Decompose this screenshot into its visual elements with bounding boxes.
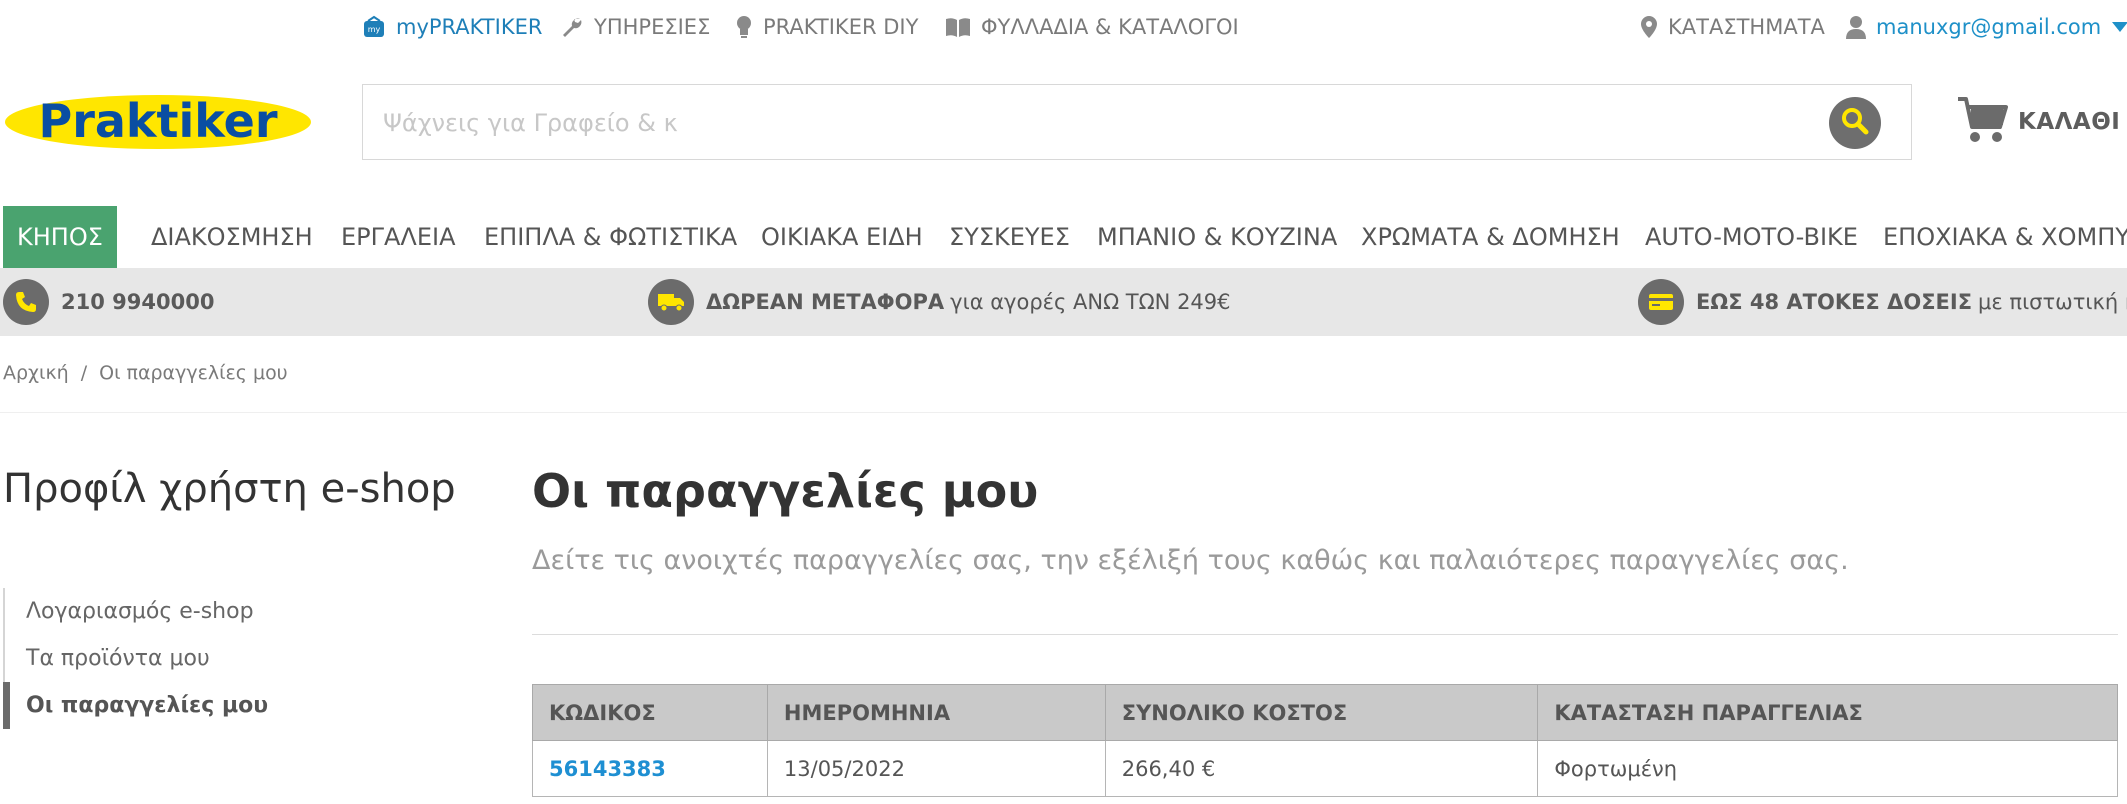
table-row: 56143383 13/05/2022 266,40 € Φορτωμένη — [532, 740, 2118, 797]
breadcrumb-separator: / — [80, 362, 88, 384]
order-total: 266,40 € — [1104, 740, 1539, 797]
my-praktiker-link[interactable]: my myPRAKTIKER — [362, 12, 542, 42]
nav-item-auto-moto-bike[interactable]: AUTO-MOTO-BIKE — [1645, 206, 1858, 268]
diy-link[interactable]: PRAKTIKER DIY — [735, 12, 918, 42]
column-header-code: ΚΩΔΙΚΟΣ — [532, 684, 768, 741]
phone-info: 210 9940000 — [3, 278, 220, 326]
breadcrumb-current: Οι παραγγελίες μου — [99, 362, 288, 384]
phone-number: 210 9940000 — [61, 290, 215, 314]
order-status: Φορτωμένη — [1537, 740, 2118, 797]
order-code-link[interactable]: 56143383 — [532, 740, 768, 797]
installments-detail: με πιστωτική κάρτα — [1978, 290, 2127, 314]
sidebar-item-my-orders[interactable]: Οι παραγγελίες μου — [3, 682, 303, 729]
sidebar-item-my-products[interactable]: Τα προϊόντα μου — [3, 635, 303, 682]
user-account-menu[interactable]: manuxgr@gmail.com — [1846, 12, 2127, 42]
services-link[interactable]: ΥΠΗΡΕΣΙΕΣ — [560, 12, 710, 42]
user-email: manuxgr@gmail.com — [1876, 15, 2102, 39]
svg-text:my: my — [368, 25, 381, 34]
column-header-date: ΗΜΕΡΟΜΗΝΙΑ — [766, 684, 1106, 741]
nav-item-seasonal-hobby[interactable]: ΕΠΟΧΙΑΚΑ & ΧΟΜΠΥ — [1883, 206, 2127, 268]
nav-item-household[interactable]: ΟΙΚΙΑΚΑ ΕΙΔΗ — [761, 206, 923, 268]
search-button[interactable] — [1829, 97, 1881, 149]
divider — [532, 634, 2118, 635]
stores-link[interactable]: ΚΑΤΑΣΤΗΜΑΤΑ — [1640, 12, 1825, 42]
cart-button[interactable]: ΚΑΛΑΘΙ — [1956, 94, 2120, 150]
nav-item-decoration[interactable]: ΔΙΑΚΟΣΜΗΣΗ — [151, 206, 313, 268]
search-box — [362, 84, 1912, 160]
info-strip: 210 9940000 ΔΩΡΕΑΝ ΜΕΤΑΦΟΡΑ για αγορές Α… — [0, 268, 2127, 336]
search-input[interactable] — [383, 103, 1803, 143]
page-subtitle: Δείτε τις ανοιχτές παραγγελίες σας, την … — [532, 545, 1849, 576]
logo-text: Praktiker — [38, 94, 277, 148]
stores-label: ΚΑΤΑΣΤΗΜΑΤΑ — [1668, 15, 1825, 39]
column-header-order-status: ΚΑΤΑΣΤΑΣΗ ΠΑΡΑΓΓΕΛΙΑΣ — [1537, 684, 2118, 741]
order-date: 13/05/2022 — [766, 740, 1106, 797]
my-praktiker-label: myPRAKTIKER — [396, 15, 543, 39]
phone-icon — [3, 279, 49, 325]
search-icon — [1841, 107, 1869, 139]
delivery-info: ΔΩΡΕΑΝ ΜΕΤΑΦΟΡΑ για αγορές ΑΝΩ ΤΩΝ 249€ — [648, 278, 1231, 326]
nav-item-paints-building[interactable]: ΧΡΩΜΑΤΑ & ΔΟΜΗΣΗ — [1361, 206, 1620, 268]
nav-item-tools[interactable]: ΕΡΓΑΛΕΙΑ — [341, 206, 456, 268]
nav-item-garden[interactable]: ΚΗΠΟΣ — [3, 206, 117, 268]
truck-icon — [648, 279, 694, 325]
caret-down-icon — [2111, 21, 2127, 33]
my-praktiker-icon: my — [362, 15, 386, 39]
installments-info: ΕΩΣ 48 ΑΤΟΚΕΣ ΔΟΣΕΙΣ με πιστωτική κάρτα — [1638, 278, 2127, 326]
page-title: Οι παραγγελίες μου — [532, 464, 1039, 518]
installments-highlight: ΕΩΣ 48 ΑΤΟΚΕΣ ΔΟΣΕΙΣ — [1696, 290, 1973, 314]
nav-item-furniture-lighting[interactable]: ΕΠΙΠΛΑ & ΦΩΤΙΣΤΙΚΑ — [484, 206, 737, 268]
nav-item-bath-kitchen[interactable]: ΜΠΑΝΙΟ & ΚΟΥΖΙΝΑ — [1097, 206, 1337, 268]
shopping-cart-icon — [1956, 95, 2008, 149]
user-icon — [1846, 15, 1866, 39]
breadcrumb: Αρχική / Οι παραγγελίες μου — [3, 362, 288, 384]
delivery-highlight: ΔΩΡΕΑΝ ΜΕΤΑΦΟΡΑ — [706, 290, 945, 314]
cart-label: ΚΑΛΑΘΙ — [2018, 109, 2121, 135]
delivery-detail: για αγορές ΑΝΩ ΤΩΝ 249€ — [950, 290, 1231, 314]
catalogs-label: ΦΥΛΛΑΔΙΑ & ΚΑΤΑΛΟΓΟΙ — [981, 15, 1239, 39]
sidebar-menu: Λογαριασμός e-shop Τα προϊόντα μου Οι πα… — [3, 588, 303, 729]
column-header-total-cost: ΣΥΝΟΛΙΚΟ ΚΟΣΤΟΣ — [1104, 684, 1539, 741]
sidebar-title: Προφίλ χρήστη e-shop — [3, 466, 456, 512]
catalogs-link[interactable]: ΦΥΛΛΑΔΙΑ & ΚΑΤΑΛΟΓΟΙ — [945, 12, 1239, 42]
divider — [0, 412, 2127, 413]
sidebar-item-account[interactable]: Λογαριασμός e-shop — [3, 588, 303, 635]
top-utility-bar: my myPRAKTIKER ΥΠΗΡΕΣΙΕΣ PRAKTIKER DIY Φ… — [0, 0, 2127, 52]
table-header-row: ΚΩΔΙΚΟΣ ΗΜΕΡΟΜΗΝΙΑ ΣΥΝΟΛΙΚΟ ΚΟΣΤΟΣ ΚΑΤΑΣ… — [532, 684, 2118, 741]
category-nav: ΚΗΠΟΣ ΔΙΑΚΟΣΜΗΣΗ ΕΡΓΑΛΕΙΑ ΕΠΙΠΛΑ & ΦΩΤΙΣ… — [0, 206, 2127, 268]
orders-table: ΚΩΔΙΚΟΣ ΗΜΕΡΟΜΗΝΙΑ ΣΥΝΟΛΙΚΟ ΚΟΣΤΟΣ ΚΑΤΑΣ… — [532, 684, 2118, 797]
credit-card-icon — [1638, 279, 1684, 325]
praktiker-logo[interactable]: Praktiker — [4, 94, 312, 150]
open-book-icon — [945, 16, 971, 38]
nav-item-appliances[interactable]: ΣΥΣΚΕΥΕΣ — [949, 206, 1070, 268]
map-pin-icon — [1640, 15, 1658, 39]
breadcrumb-home[interactable]: Αρχική — [3, 362, 69, 384]
diy-label: PRAKTIKER DIY — [763, 15, 919, 39]
lightbulb-icon — [735, 15, 753, 39]
wrench-icon — [560, 15, 584, 39]
services-label: ΥΠΗΡΕΣΙΕΣ — [594, 15, 711, 39]
